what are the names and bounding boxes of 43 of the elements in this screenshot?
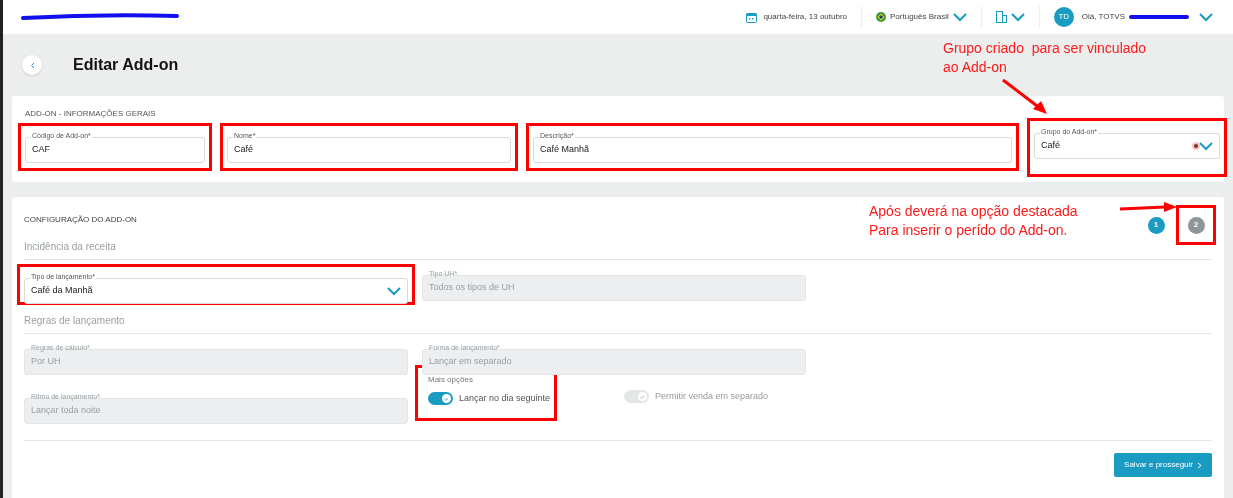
chevron-down-icon	[387, 286, 401, 296]
chevron-down-icon	[1010, 12, 1025, 22]
field-value: Café da Manhã	[31, 284, 93, 298]
field-value: Todos os tipos de UH	[429, 281, 515, 295]
check-icon	[443, 396, 449, 401]
flag-icon	[876, 12, 886, 22]
field-value: Lançar em separado	[429, 355, 512, 369]
field-value: Café	[1041, 139, 1060, 153]
section-title: ADD-ON - INFORMAÇÕES GERAIS	[24, 108, 157, 120]
step-indicator[interactable]: 2	[1187, 216, 1205, 234]
toggle-label: Lançar no dia seguinte	[458, 392, 550, 405]
options-title: Mais opções	[428, 374, 474, 386]
arrow	[1001, 78, 1049, 116]
field-value: Café	[234, 143, 253, 157]
annotation-text: Grupo criado para ser vinculado ao Add-on	[943, 39, 1147, 77]
step-indicator[interactable]: 1	[1147, 216, 1165, 234]
chevron-down-icon	[1199, 12, 1213, 22]
toggle-label: Permitir venda em separado	[655, 390, 769, 403]
annotation-text: Após deverá na opção destacada Para inserir o perído do Add-on.	[869, 202, 1078, 240]
redaction-mark	[1129, 14, 1189, 20]
toggle-switch[interactable]	[428, 392, 453, 406]
chevron-right-icon	[1197, 461, 1202, 469]
greeting-text: Olá, TOTVS	[1081, 11, 1125, 23]
page-title: Editar Add-on	[73, 55, 179, 75]
field-value: Por UH	[31, 355, 61, 369]
section-title: CONFIGURAÇÃO DO ADD-ON	[24, 214, 137, 226]
chevron-down-icon	[952, 12, 967, 22]
back-icon	[29, 61, 35, 69]
field-value: Café Manhã	[540, 143, 590, 157]
building-menu[interactable]	[995, 11, 1025, 23]
group-title: Regras de lançamento	[24, 313, 1212, 334]
calendar-icon	[746, 11, 758, 23]
clear-icon	[1192, 142, 1200, 150]
field-value: CAF	[32, 143, 50, 157]
group-title: Incidência da receita	[24, 239, 1212, 260]
date-text: quarta-feira, 13 outubro	[763, 11, 847, 23]
language-selector[interactable]: Português Brasil	[876, 11, 967, 23]
avatar[interactable]: TD	[1053, 7, 1074, 27]
check-icon	[640, 394, 645, 399]
building-icon	[995, 11, 1007, 23]
field-value: Lançar toda noite	[31, 404, 101, 418]
chevron-down-icon	[1199, 141, 1213, 151]
save-button[interactable]: Salvar e prosseguir	[1114, 453, 1212, 477]
